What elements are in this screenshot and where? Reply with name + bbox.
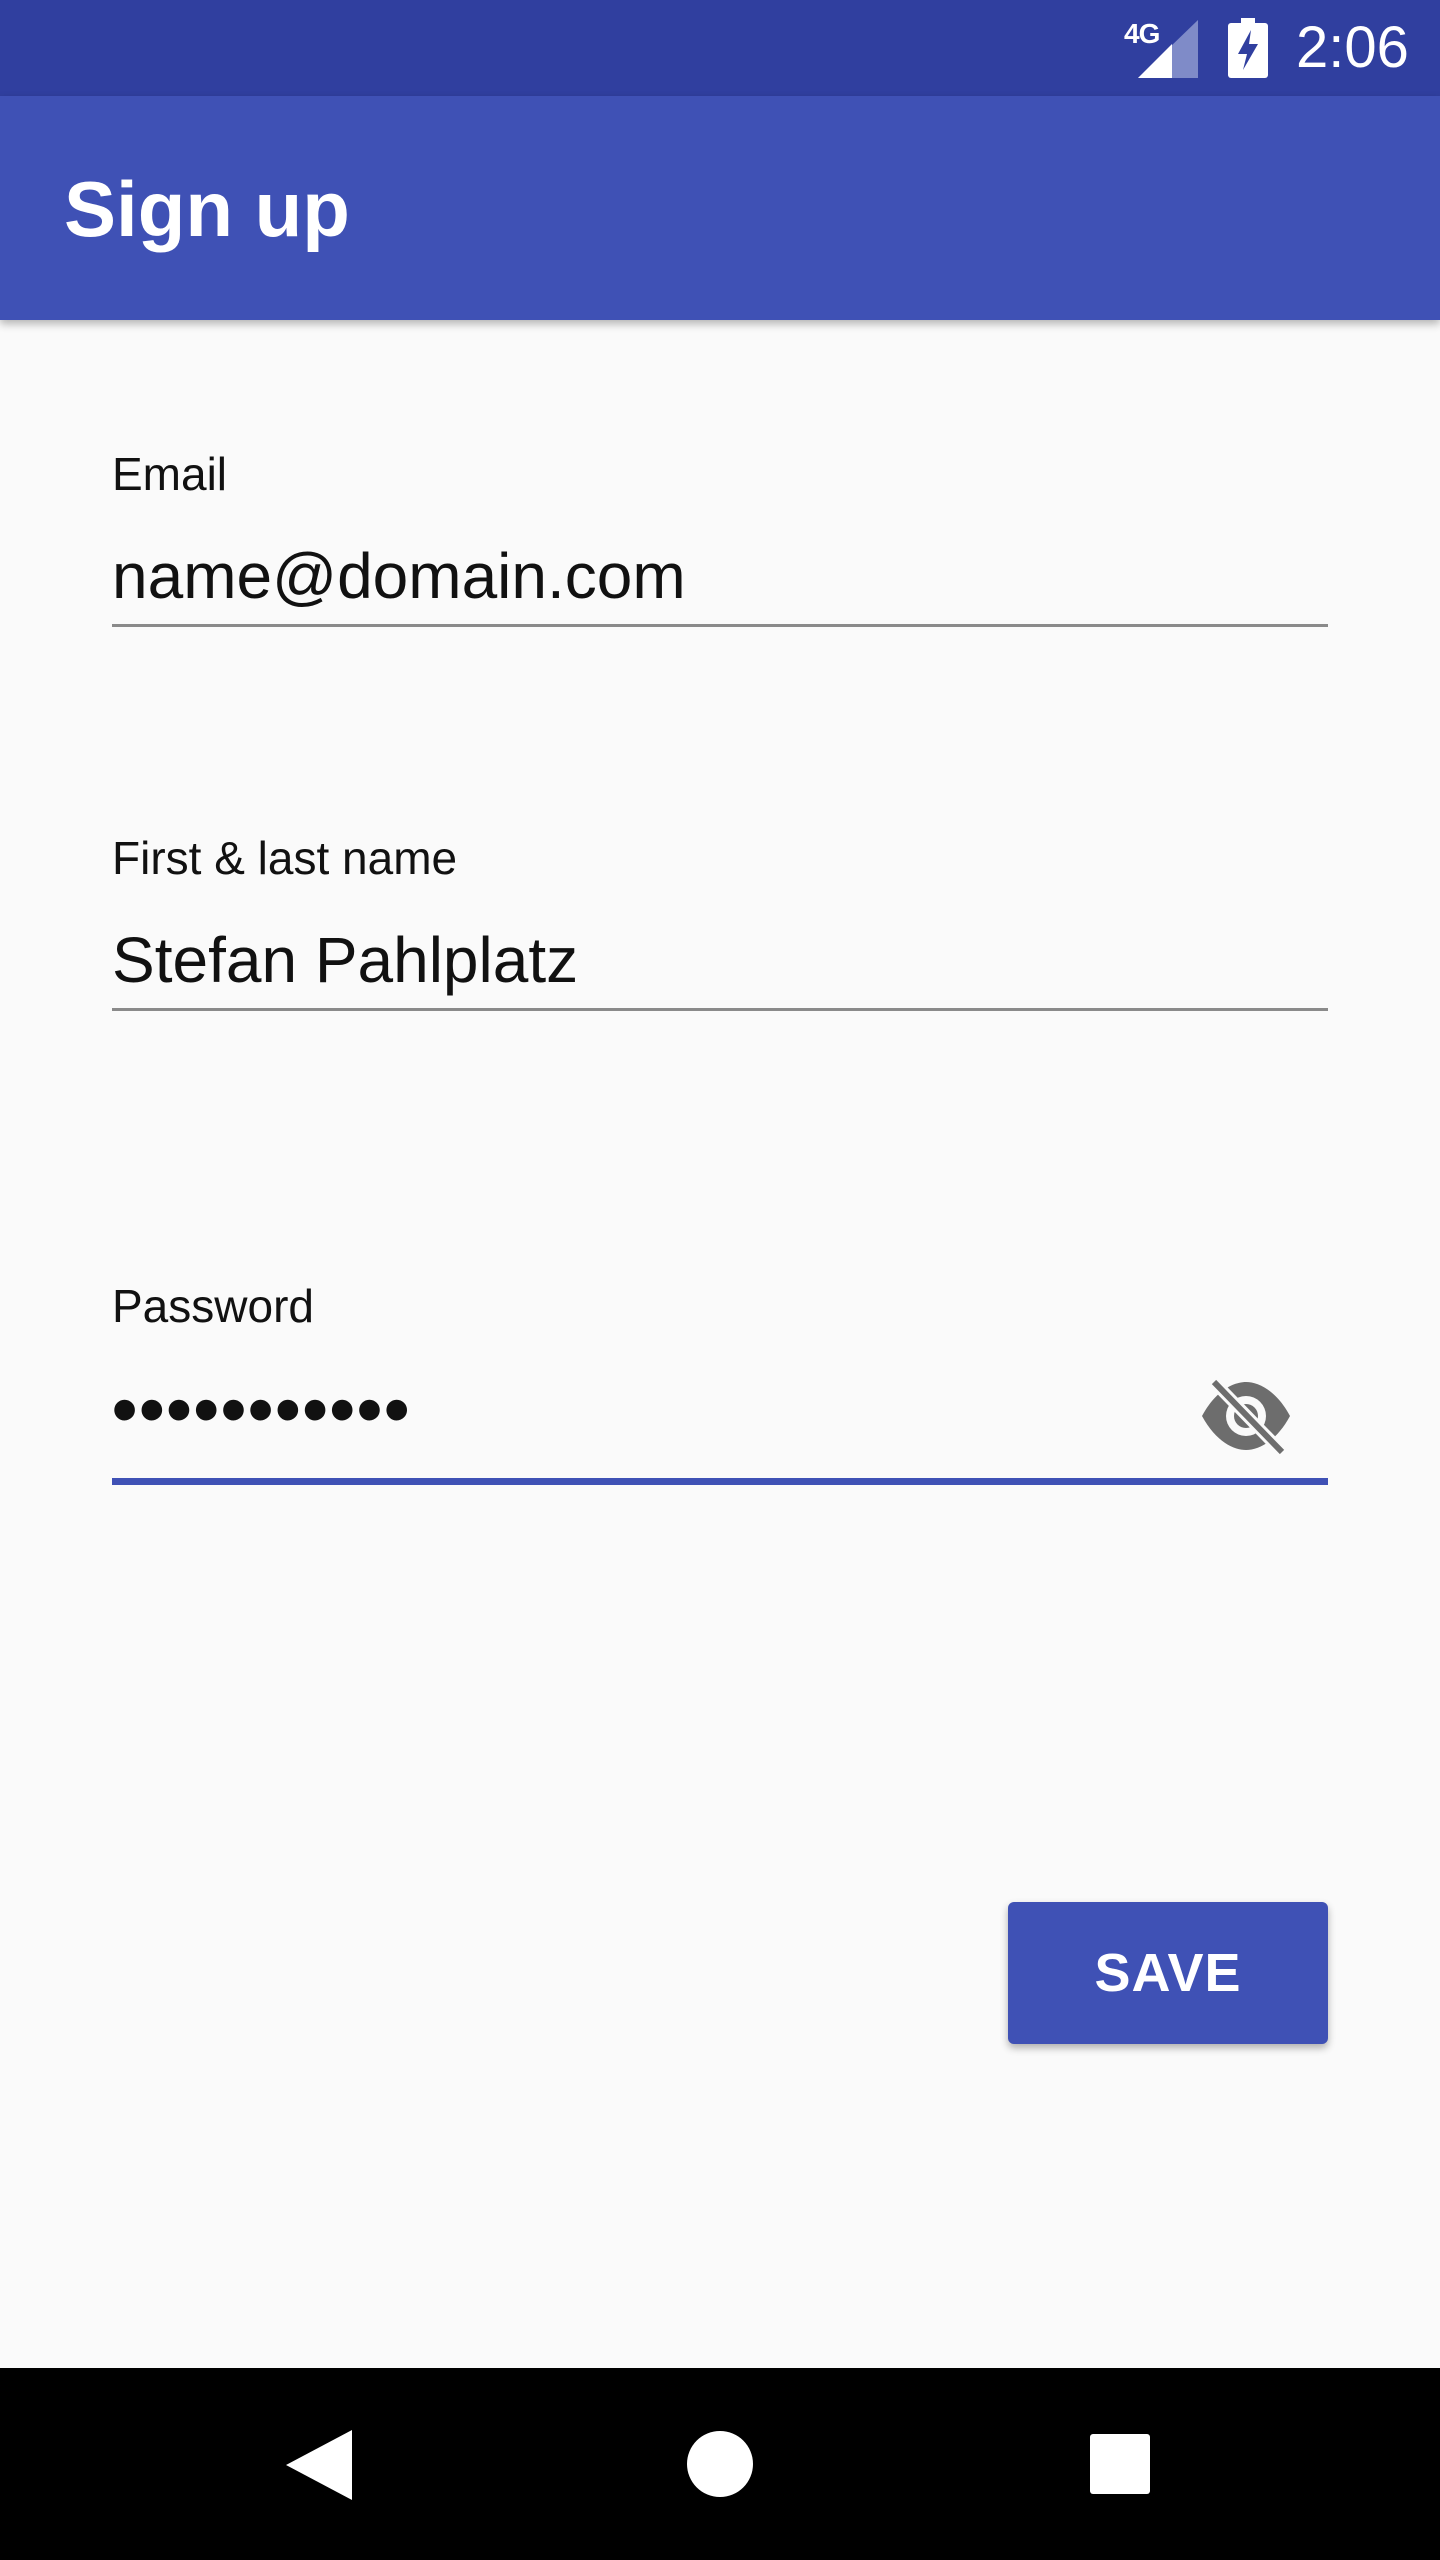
status-bar: 4G 2:06 bbox=[0, 0, 1440, 96]
password-label: Password bbox=[112, 1280, 314, 1332]
back-icon[interactable] bbox=[286, 2430, 352, 2500]
sign-up-screen: 4G 2:06 Sign up Email name@domain.com Fi… bbox=[0, 0, 1440, 2560]
email-field-group: Email name@domain.com bbox=[112, 446, 1328, 630]
battery-charging-icon bbox=[1228, 18, 1268, 78]
name-field-group: First & last name Stefan Pahlplatz bbox=[112, 830, 1328, 1014]
name-input[interactable]: Stefan Pahlplatz bbox=[112, 922, 578, 998]
email-underline bbox=[112, 624, 1328, 627]
save-button[interactable]: SAVE bbox=[1008, 1902, 1328, 2044]
password-input[interactable]: ••••••••••• bbox=[112, 1370, 411, 1450]
name-underline bbox=[112, 1008, 1328, 1011]
status-time: 2:06 bbox=[1296, 15, 1409, 80]
password-underline bbox=[112, 1478, 1328, 1485]
email-label: Email bbox=[112, 448, 228, 500]
app-bar: Sign up bbox=[0, 96, 1440, 320]
navigation-bar bbox=[0, 2368, 1440, 2560]
page-title: Sign up bbox=[64, 165, 350, 253]
recents-icon[interactable] bbox=[1090, 2434, 1150, 2494]
home-icon[interactable] bbox=[686, 2430, 754, 2498]
visibility-off-icon[interactable] bbox=[1198, 1376, 1294, 1456]
signal-icon bbox=[1138, 20, 1198, 78]
password-field-group: Password ••••••••••• bbox=[112, 1278, 1328, 1490]
name-label: First & last name bbox=[112, 832, 458, 884]
email-input[interactable]: name@domain.com bbox=[112, 538, 686, 614]
